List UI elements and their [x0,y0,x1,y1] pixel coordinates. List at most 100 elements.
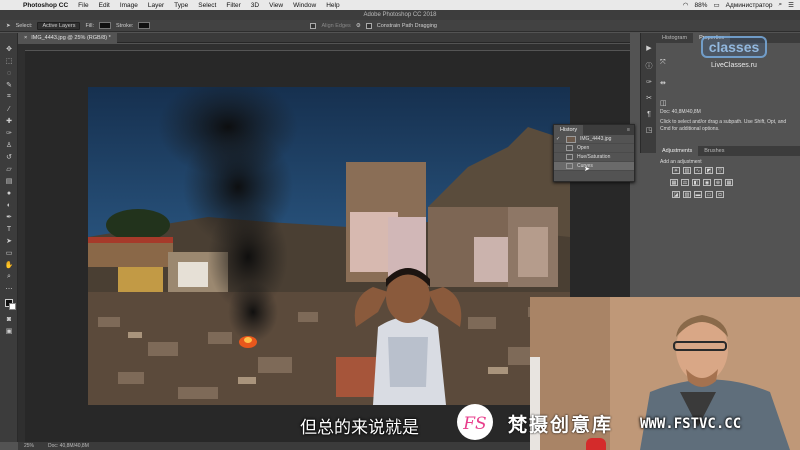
history-panel: History ≡ ✓ IMG_4443.jpg Open Hue/Satura… [553,124,635,182]
play-action-icon[interactable]: ▶ [644,43,654,53]
shape-tool-icon[interactable]: ▭ [4,248,14,258]
menu-select[interactable]: Select [193,2,221,9]
crop-tool-icon[interactable]: ⌗ [4,92,14,102]
history-title[interactable]: History [554,125,584,135]
dodge-tool-icon[interactable]: ◐ [4,200,14,210]
color-swatches-icon[interactable] [4,298,16,310]
type-tool-icon[interactable]: T [4,224,14,234]
menu-app[interactable]: Photoshop CC [18,2,73,9]
tab-histogram[interactable]: Histogram [656,33,693,43]
close-icon[interactable]: × [24,33,27,43]
color-lookup-icon[interactable]: ▦ [725,179,733,186]
wifi-icon[interactable]: ◠ [683,1,689,9]
threshold-icon[interactable]: ▬ [694,191,702,198]
gradient-map-icon[interactable]: ▭ [705,191,713,198]
adjustments-panel-header: Adjustments Brushes [656,146,800,156]
document-image[interactable] [88,87,570,405]
constrain-checkbox[interactable] [365,22,372,29]
healing-tool-icon[interactable]: ✚ [4,116,14,126]
history-item-open[interactable]: Open [554,144,634,153]
tool-presets-icon[interactable]: ✂ [644,93,654,103]
stroke-swatch[interactable] [138,22,151,29]
menu-view[interactable]: View [264,2,288,9]
fs-logo-mark: FS [457,404,493,440]
align-edges-checkbox[interactable] [310,22,317,29]
lasso-tool-icon[interactable]: ◌ [4,68,14,78]
menu-image[interactable]: Image [115,2,143,9]
user-name[interactable]: Администратор [726,2,773,9]
select-label: Select: [15,22,33,29]
screen-mode-icon[interactable]: ▣ [4,326,14,336]
ruler-vertical [18,44,25,442]
stamp-tool-icon[interactable]: ♙ [4,140,14,150]
history-brush-icon[interactable]: ↺ [4,152,14,162]
document-tabs: × IMG_4443.jpg @ 25% (RGB/8) * [18,33,630,43]
blur-tool-icon[interactable]: ● [4,188,14,198]
document-tab[interactable]: × IMG_4443.jpg @ 25% (RGB/8) * [18,33,117,43]
glyphs-icon[interactable]: ◳ [644,125,654,135]
brand-url: WWW.FSTVC.CC [640,416,742,432]
vibrance-icon[interactable]: ▽ [716,167,724,174]
hand-tool-icon[interactable]: ✋ [4,260,14,270]
menu-help[interactable]: Help [321,2,344,9]
curves-icon[interactable]: ∿ [694,167,702,174]
quick-mask-icon[interactable]: ◙ [4,314,14,324]
select-dropdown[interactable]: Active Layers [37,21,81,30]
search-icon[interactable]: ⌕ [779,1,783,9]
history-item-hue-saturation[interactable]: Hue/Saturation [554,153,634,162]
history-snapshot[interactable]: ✓ IMG_4443.jpg [554,135,634,144]
menubar: Photoshop CC File Edit Image Layer Type … [0,0,800,10]
more-tools-icon[interactable]: ⋯ [4,284,14,294]
path-select-tool-icon[interactable]: ➤ [6,23,11,29]
eyedropper-tool-icon[interactable]: ⁄ [4,104,14,114]
menu-filter[interactable]: Filter [221,2,245,9]
brightness-icon[interactable]: ☀ [672,167,680,174]
quick-select-tool-icon[interactable]: ✎ [4,80,14,90]
menu-list-icon[interactable]: ☰ [788,1,794,9]
doc-size[interactable]: Doc: 40,8M/40,8M [48,443,89,449]
gear-icon[interactable]: ⚙ [356,23,361,29]
pen-tool-icon[interactable]: ✒ [4,212,14,222]
gradient-tool-icon[interactable]: ▤ [4,176,14,186]
stroke-label: Stroke: [116,22,134,29]
info-icon[interactable]: ⓘ [644,61,654,71]
exposure-icon[interactable]: ◩ [705,167,713,174]
menu-edit[interactable]: Edit [94,2,115,9]
channel-mixer-icon[interactable]: ⊕ [714,179,722,186]
selective-color-icon[interactable]: ◘ [716,191,724,198]
tab-brushes[interactable]: Brushes [698,146,730,156]
marquee-tool-icon[interactable]: ⬚ [4,56,14,66]
eraser-tool-icon[interactable]: ▱ [4,164,14,174]
menu-type[interactable]: Type [169,2,193,9]
invert-icon[interactable]: ◪ [672,191,680,198]
zoom-level[interactable]: 25% [24,443,34,449]
menu-file[interactable]: File [73,2,93,9]
color-balance-icon[interactable]: ⚖ [681,179,689,186]
panel-menu-icon[interactable]: ≡ [627,127,634,133]
ruler-horizontal [18,44,630,51]
history-item-label: IMG_4443.jpg [580,136,612,142]
menu-window[interactable]: Window [288,2,321,9]
battery-icon[interactable]: ▭ [713,1,719,9]
brush-settings-icon[interactable]: ✑ [644,77,654,87]
zoom-tool-icon[interactable]: ⌕ [4,272,14,282]
snapshot-check-icon: ✓ [556,136,561,142]
black-white-icon[interactable]: ◧ [692,179,700,186]
fill-swatch[interactable] [99,22,112,29]
posterize-icon[interactable]: ▨ [683,191,691,198]
tab-adjustments[interactable]: Adjustments [656,146,699,156]
photo-filter-icon[interactable]: ◉ [703,179,711,186]
paragraph-icon[interactable]: ¶ [644,109,654,119]
hue-sat-icon[interactable]: ▦ [670,179,678,186]
levels-icon[interactable]: ▥ [683,167,691,174]
fill-label: Fill: [85,22,95,29]
brush-tool-icon[interactable]: ✑ [4,128,14,138]
move-tool-icon[interactable]: ✥ [4,44,14,54]
history-item-curves[interactable]: Curves ➤ [554,162,634,173]
menu-layer[interactable]: Layer [143,2,169,9]
menu-3d[interactable]: 3D [246,2,264,9]
battery-label[interactable]: 88% [694,2,707,9]
fs-logo-icon: FS [455,402,495,442]
brand-name: 梵摄创意库 [508,414,614,436]
path-select-tool-icon[interactable]: ➤ [4,236,14,246]
